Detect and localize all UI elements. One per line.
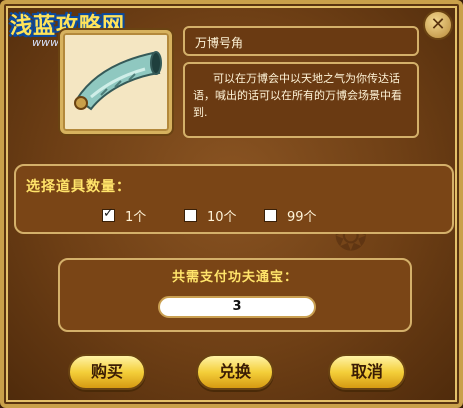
- quantity-title: 选择道具数量：: [26, 179, 131, 195]
- buy-button[interactable]: 购买: [68, 354, 146, 390]
- shop-dialog: ❂ ❂ 浅蓝攻略网 www.51saier.cn ✕ 万博号角 可以在万博会中以…: [0, 0, 463, 408]
- cancel-button[interactable]: 取消: [328, 354, 406, 390]
- quantity-option-10[interactable]: 10个: [184, 206, 237, 225]
- payment-title: 共需支付功夫通宝：: [171, 270, 298, 285]
- horn-icon: [74, 51, 162, 111]
- item-icon-frame: [60, 30, 172, 134]
- quantity-option-label: 99个: [287, 210, 317, 225]
- checkbox-10[interactable]: [184, 209, 197, 222]
- quantity-option-1[interactable]: 1个: [102, 206, 146, 225]
- item-description: 可以在万博会中以天地之气为你传达话语，喊出的话可以在所有的万博会场景中看到.: [183, 62, 419, 138]
- quantity-panel: 选择道具数量： 1个 10个 99个: [14, 164, 454, 234]
- payment-panel: 共需支付功夫通宝： 3: [58, 258, 412, 332]
- quantity-option-99[interactable]: 99个: [264, 206, 317, 225]
- quantity-option-label: 1个: [125, 210, 147, 225]
- close-button[interactable]: ✕: [423, 10, 453, 40]
- close-icon: ✕: [430, 14, 446, 35]
- exchange-button[interactable]: 兑换: [196, 354, 274, 390]
- checkbox-1[interactable]: [102, 206, 115, 222]
- item-name: 万博号角: [183, 26, 419, 56]
- payment-amount: 3: [158, 296, 316, 318]
- checkbox-99[interactable]: [264, 209, 277, 222]
- quantity-option-label: 10个: [207, 210, 237, 225]
